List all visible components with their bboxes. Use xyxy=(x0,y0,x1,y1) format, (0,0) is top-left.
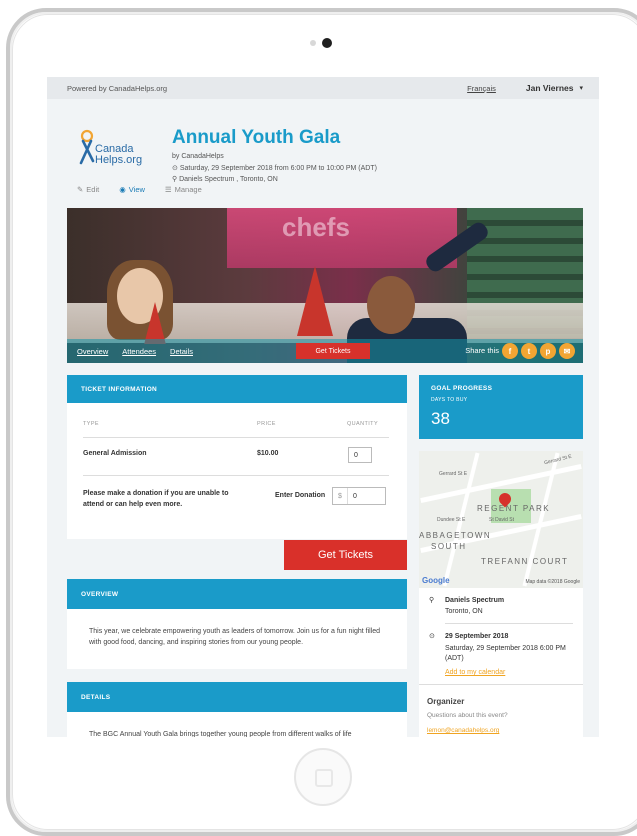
view-label: View xyxy=(128,185,145,194)
camera-dot xyxy=(322,38,332,48)
location-pin-icon: ⚲ xyxy=(429,597,435,604)
overview-header: OVERVIEW xyxy=(67,579,407,609)
hero-person-face-2 xyxy=(367,276,415,334)
canadahelps-logo[interactable]: Canada Helps.org xyxy=(77,129,147,173)
donation-value: 0 xyxy=(353,492,357,500)
logo-text-helps: Helps.org xyxy=(95,154,143,166)
share-icons: f t p ✉ xyxy=(502,343,575,359)
map-label: St David St xyxy=(489,517,515,523)
manage-label: Manage xyxy=(174,185,202,194)
location-city: Toronto, ON xyxy=(445,608,483,615)
language-link[interactable]: Français xyxy=(467,84,496,93)
currency-symbol: $ xyxy=(333,488,348,504)
details-text: The BGC Annual Youth Gala brings togethe… xyxy=(89,731,352,737)
hero-banner: chefs Overview Attendees Details Get Tic… xyxy=(67,208,583,363)
map-label: Gerrard St E xyxy=(439,471,468,477)
donation-input[interactable]: $ 0 xyxy=(332,487,386,505)
ticket-info-header: TICKET INFORMATION xyxy=(67,375,407,403)
event-datetime-text: Saturday, 29 September 2018 from 6:00 PM… xyxy=(179,165,377,172)
map-label: Dundee St E xyxy=(437,517,466,523)
col-quantity-header: QUANTITY xyxy=(347,421,379,427)
add-to-calendar-link[interactable]: Add to my calendar xyxy=(445,668,505,678)
chevron-down-icon[interactable]: ▾ xyxy=(579,84,583,92)
event-datetime: ⊙ Saturday, 29 September 2018 from 6:00 … xyxy=(172,164,377,172)
event-header: Canada Helps.org Annual Youth Gala by Ca… xyxy=(47,99,599,189)
details-header: DETAILS xyxy=(67,682,407,712)
nav-attendees[interactable]: Attendees xyxy=(122,347,156,356)
ticket-info-panel: TICKET INFORMATION TYPE PRICE QUANTITY G… xyxy=(67,375,407,539)
list-icon: ☰ xyxy=(164,185,172,194)
edit-label: Edit xyxy=(86,185,100,194)
facebook-icon[interactable]: f xyxy=(502,343,518,359)
user-menu[interactable]: Jan Viernes xyxy=(526,83,574,93)
map-trefann-court: TREFANN COURT xyxy=(481,557,569,566)
manage-button[interactable]: ☰ Manage xyxy=(165,185,202,194)
col-price-header: PRICE xyxy=(257,421,276,427)
hero-nav: Overview Attendees Details Get Tickets S… xyxy=(67,339,583,363)
map-south: SOUTH xyxy=(431,542,467,551)
days-to-buy-count: 38 xyxy=(431,409,450,428)
edit-button[interactable]: ✎ Edit xyxy=(77,185,99,194)
divider xyxy=(83,475,389,476)
top-bar: Powered by CanadaHelps.org Français Jan … xyxy=(47,77,599,99)
goal-progress-panel: GOAL PROGRESS DAYS TO BUY 38 xyxy=(419,375,583,439)
event-page: Powered by CanadaHelps.org Français Jan … xyxy=(47,77,599,737)
divider xyxy=(419,684,583,685)
twitter-icon[interactable]: t xyxy=(521,343,537,359)
col-type-header: TYPE xyxy=(83,421,99,427)
clock-icon: ⊙ xyxy=(429,633,435,640)
divider xyxy=(445,623,573,624)
overview-panel: OVERVIEW This year, we celebrate empower… xyxy=(67,579,407,669)
nav-overview[interactable]: Overview xyxy=(77,347,108,356)
overview-text: This year, we celebrate empowering youth… xyxy=(89,628,381,646)
hero-tomato-tree-small xyxy=(144,302,166,344)
hero-get-tickets-button[interactable]: Get Tickets xyxy=(296,343,370,359)
goal-header: GOAL PROGRESS xyxy=(431,385,493,392)
event-venue-text: Daniels Spectrum , Toronto, ON xyxy=(179,176,278,183)
map-regent-park: REGENT PARK xyxy=(477,504,551,513)
nav-details[interactable]: Details xyxy=(170,347,193,356)
divider xyxy=(83,437,389,438)
quantity-input[interactable]: 0 xyxy=(348,447,372,463)
ticket-type: General Admission xyxy=(83,450,147,457)
hero-tomato-tree xyxy=(297,266,333,336)
get-tickets-button[interactable]: Get Tickets xyxy=(284,540,407,570)
organizer-section: Organizer Questions about this event? le… xyxy=(427,697,508,734)
details-panel: DETAILS The BGC Annual Youth Gala brings… xyxy=(67,682,407,737)
pinterest-icon[interactable]: p xyxy=(540,343,556,359)
share-label: Share this xyxy=(465,346,499,355)
location-pin-icon: ⚲ xyxy=(172,176,178,183)
admin-toolbar: ✎ Edit ◉ View ☰ Manage xyxy=(77,185,202,194)
email-icon[interactable]: ✉ xyxy=(559,343,575,359)
sensor-dot xyxy=(310,40,316,46)
clock-icon: ⊙ xyxy=(172,165,178,172)
view-button[interactable]: ◉ View xyxy=(119,185,145,194)
organizer-email-link[interactable]: lemon@canadahelps.org xyxy=(427,727,508,734)
event-organizer: by CanadaHelps xyxy=(172,153,224,160)
pencil-icon: ✎ xyxy=(77,185,84,194)
event-date-full: Saturday, 29 September 2018 6:00 PM (ADT… xyxy=(445,645,566,663)
organizer-header: Organizer xyxy=(427,697,465,706)
event-title: Annual Youth Gala xyxy=(172,127,341,148)
hero-stage-sign: chefs xyxy=(282,212,350,242)
location-name: Daniels Spectrum xyxy=(445,597,505,604)
event-venue: ⚲ Daniels Spectrum , Toronto, ON xyxy=(172,175,278,183)
home-button-icon xyxy=(315,769,333,787)
donation-prompt: Please make a donation if you are unable… xyxy=(83,490,229,508)
ticket-price: $10.00 xyxy=(257,450,279,457)
home-button[interactable] xyxy=(294,748,352,806)
goal-subheader: DAYS TO BUY xyxy=(431,397,468,403)
event-map[interactable]: Gerrard St E Gerrard St E Dundee St E St… xyxy=(419,451,583,588)
eye-icon: ◉ xyxy=(119,185,126,194)
organizer-question: Questions about this event? xyxy=(427,712,508,719)
donation-label: Enter Donation xyxy=(275,492,326,499)
powered-by-text: Powered by CanadaHelps.org xyxy=(67,83,168,93)
google-logo: Google xyxy=(422,576,450,585)
event-date: 29 September 2018 xyxy=(445,633,509,640)
map-cabbagetown: ABBAGETOWN xyxy=(419,531,492,540)
map-attribution: Map data ©2018 Google xyxy=(525,579,580,585)
